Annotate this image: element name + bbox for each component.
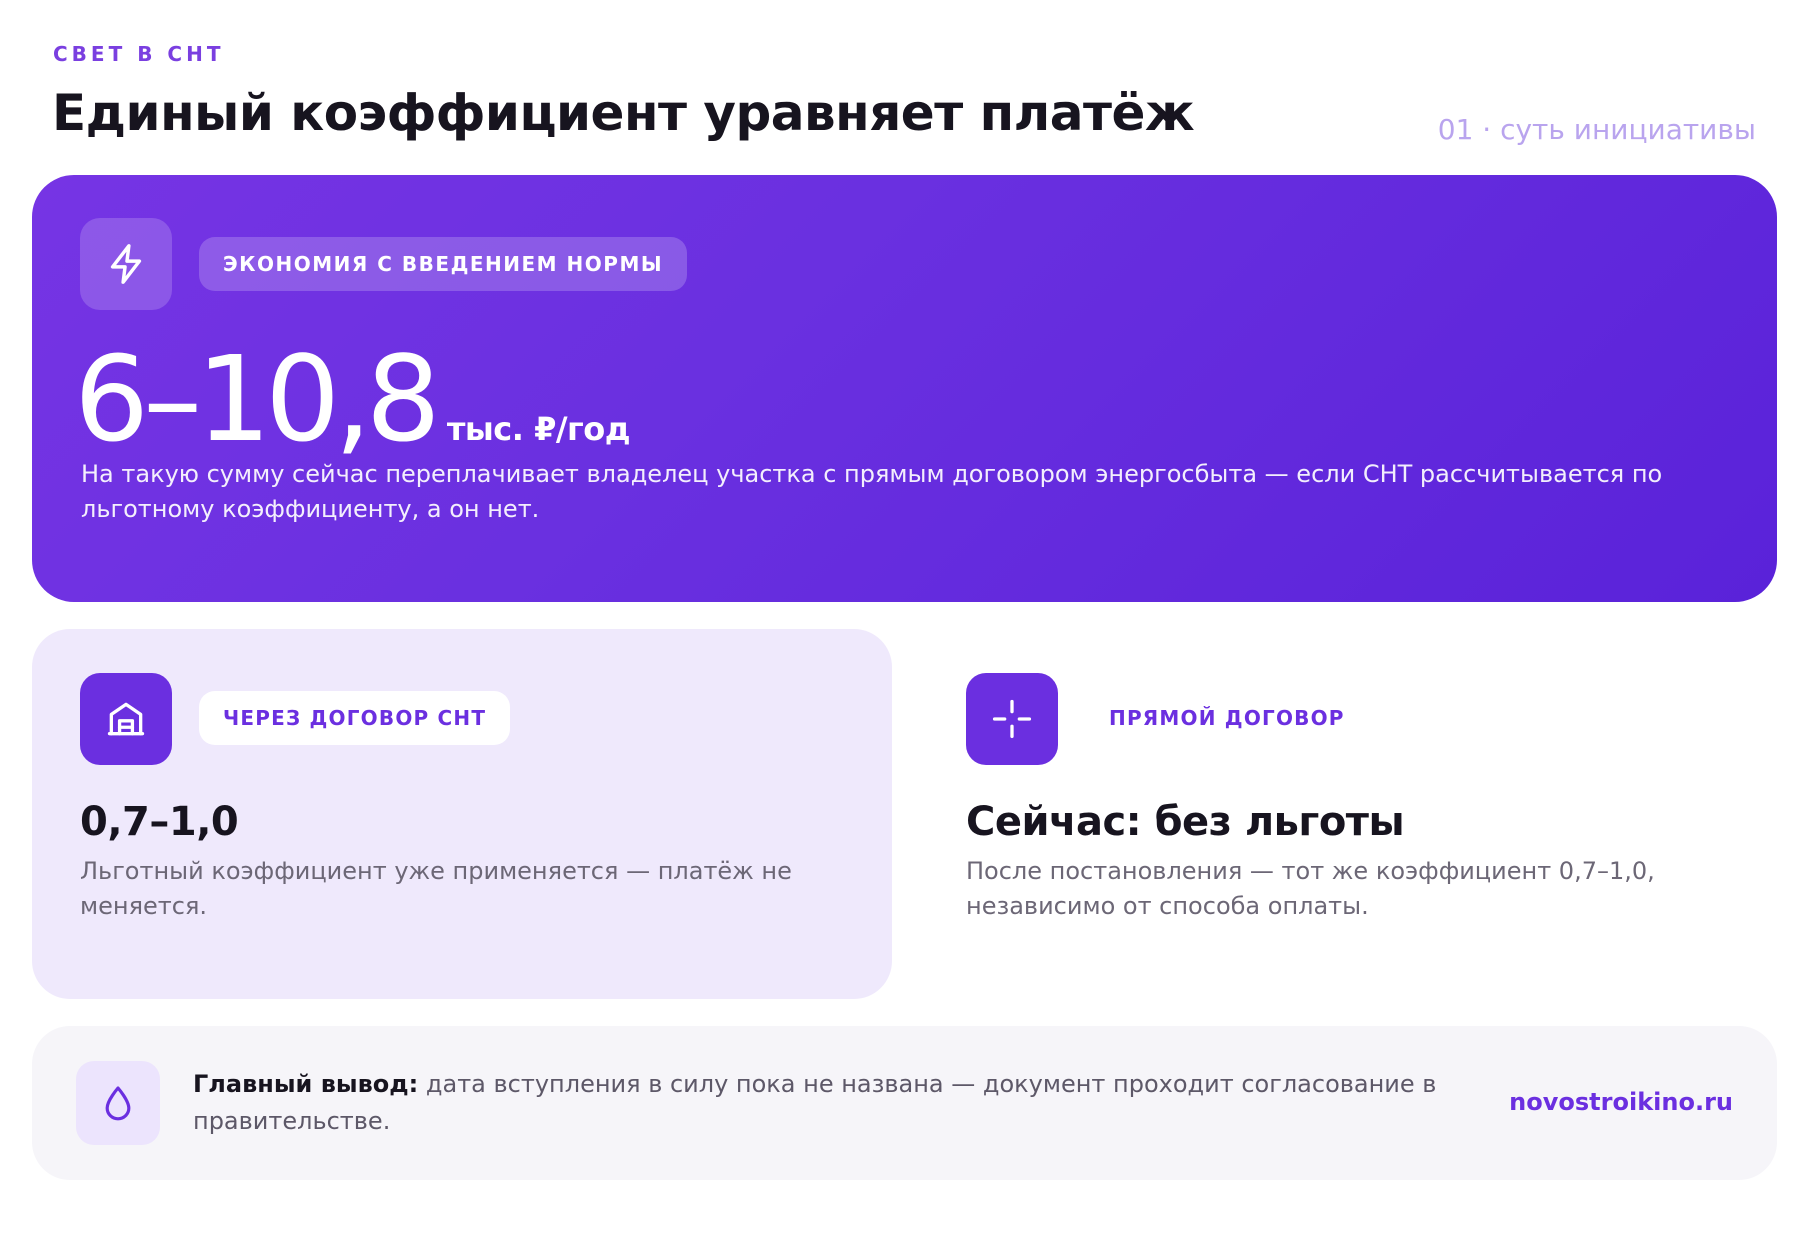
hero-badge: ЭКОНОМИЯ С ВВЕДЕНИЕМ НОРМЫ bbox=[199, 237, 688, 291]
conclusion-bar: Главный вывод: дата вступления в силу по… bbox=[32, 1026, 1777, 1180]
card-direct-contract: ПРЯМОЙ ДОГОВОР Сейчас: без льготы После … bbox=[918, 629, 1778, 999]
hero-description: На такую сумму сейчас переплачивает влад… bbox=[81, 460, 1663, 523]
card-description: После постановления — тот же коэффициент… bbox=[966, 857, 1655, 920]
card-value: 0,7–1,0 bbox=[80, 799, 239, 845]
drop-icon bbox=[76, 1061, 160, 1145]
house-icon bbox=[80, 673, 172, 765]
page-number: 01 · суть инициативы bbox=[1437, 113, 1756, 146]
card-badge: ПРЯМОЙ ДОГОВОР bbox=[1109, 706, 1345, 730]
kicker: СВЕТ В СНТ bbox=[53, 42, 225, 66]
savings-value: 6–10,8 тыс. ₽/год bbox=[74, 330, 631, 468]
page-title: Единый коэффициент уравняет платёж bbox=[52, 84, 1195, 142]
savings-number: 6–10,8 bbox=[74, 330, 441, 468]
card-badge: ЧЕРЕЗ ДОГОВОР СНТ bbox=[199, 691, 511, 745]
conclusion-label: Главный вывод: bbox=[193, 1070, 419, 1098]
hero-card: ЭКОНОМИЯ С ВВЕДЕНИЕМ НОРМЫ 6–10,8 тыс. ₽… bbox=[32, 175, 1777, 602]
site-link[interactable]: novostroikino.ru bbox=[1509, 1088, 1733, 1116]
conclusion-text: Главный вывод: дата вступления в силу по… bbox=[193, 1066, 1453, 1140]
crosshair-icon bbox=[966, 673, 1058, 765]
savings-unit: тыс. ₽/год bbox=[446, 410, 631, 448]
card-value: Сейчас: без льготы bbox=[966, 799, 1405, 845]
lightning-icon bbox=[80, 218, 172, 310]
card-description: Льготный коэффициент уже применяется — п… bbox=[80, 857, 792, 920]
card-snt-contract: ЧЕРЕЗ ДОГОВОР СНТ 0,7–1,0 Льготный коэфф… bbox=[32, 629, 892, 999]
